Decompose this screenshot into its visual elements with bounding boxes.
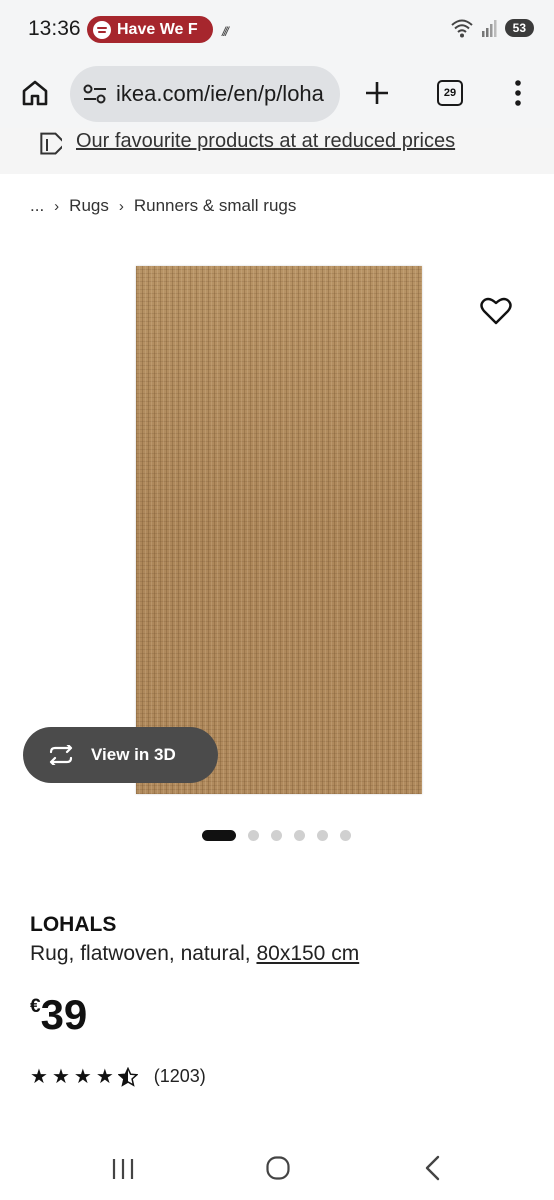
recent-apps-icon[interactable] [110, 1156, 136, 1182]
pager-dot[interactable] [317, 830, 328, 841]
pager-dot[interactable] [248, 830, 259, 841]
star-half-icon [117, 1066, 138, 1087]
browser-toolbar: ikea.com/ie/en/p/loha 29 [0, 60, 554, 128]
star-icon: ★ [51, 1065, 70, 1088]
status-time: 13:36 [28, 17, 81, 40]
system-nav-bar [0, 1140, 554, 1200]
product-image[interactable] [136, 266, 422, 794]
url-text: ikea.com/ie/en/p/loha [116, 81, 324, 106]
media-title: Have We F [117, 20, 198, 38]
breadcrumb: ... › Rugs › Runners & small rugs [30, 196, 296, 216]
promo-link[interactable]: Our favourite products at at reduced pri… [76, 130, 455, 153]
back-icon[interactable] [422, 1154, 444, 1182]
breadcrumb-item-rugs[interactable]: Rugs [69, 196, 109, 216]
pager-dot[interactable] [340, 830, 351, 841]
tabs-icon[interactable]: 29 [437, 80, 463, 106]
product-size-link[interactable]: 80x150 cm [256, 942, 359, 965]
heart-icon[interactable] [480, 296, 512, 326]
promo-banner[interactable]: Our favourite products at at reduced pri… [0, 128, 554, 174]
view-in-3d-button[interactable]: View in 3D [23, 727, 218, 783]
product-price: € 39 [30, 990, 87, 1040]
home-icon[interactable] [20, 78, 50, 108]
breadcrumb-item-runners[interactable]: Runners & small rugs [134, 196, 297, 216]
signal-icon [481, 20, 497, 37]
product-rating[interactable]: ★ ★ ★ ★ (1203) [30, 1066, 206, 1087]
view-in-3d-label: View in 3D [91, 745, 176, 764]
notification-icon: /// [222, 24, 229, 39]
status-icons: 53 [450, 18, 534, 38]
image-pager [202, 830, 351, 841]
nav-home-icon[interactable] [265, 1155, 291, 1181]
rotate-3d-icon [49, 745, 73, 765]
chevron-right-icon: › [54, 197, 60, 215]
site-settings-icon[interactable] [82, 83, 108, 105]
chevron-right-icon: › [118, 197, 124, 215]
star-icon: ★ [30, 1065, 48, 1088]
battery-icon: 53 [504, 19, 534, 37]
breadcrumb-item-ellipsis[interactable]: ... [30, 196, 44, 216]
star-icon: ★ [95, 1065, 114, 1088]
price-tag-icon [40, 132, 62, 155]
pager-dot[interactable] [271, 830, 282, 841]
address-bar[interactable]: ikea.com/ie/en/p/loha [70, 66, 340, 122]
rating-count: (1203) [153, 1066, 206, 1086]
product-description-text: Rug, flatwoven, natural, [30, 942, 257, 965]
more-vert-icon[interactable] [510, 78, 526, 108]
product-name: LOHALS [30, 913, 117, 936]
price-currency: € [30, 996, 41, 1017]
price-value: 39 [40, 991, 88, 1038]
new-tab-plus-icon[interactable] [362, 78, 392, 108]
star-icon: ★ [73, 1065, 92, 1088]
media-playback-pill[interactable]: Have We F [87, 16, 213, 43]
wifi-icon [450, 19, 473, 38]
spotify-icon [93, 20, 111, 39]
pager-dot-active[interactable] [202, 830, 236, 841]
product-description: Rug, flatwoven, natural, 80x150 cm [30, 942, 359, 966]
status-bar: 13:36 Have We F /// 53 [0, 0, 554, 60]
pager-dot[interactable] [294, 830, 305, 841]
